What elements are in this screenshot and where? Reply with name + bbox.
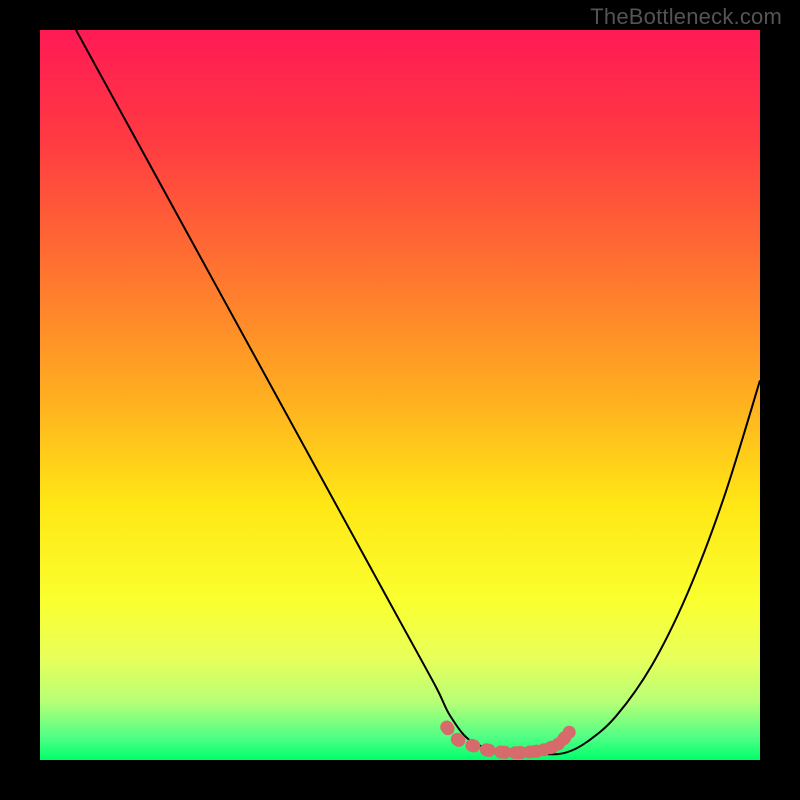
gradient-background bbox=[40, 30, 760, 760]
plot-area bbox=[40, 30, 760, 760]
watermark-text: TheBottleneck.com bbox=[590, 4, 782, 30]
